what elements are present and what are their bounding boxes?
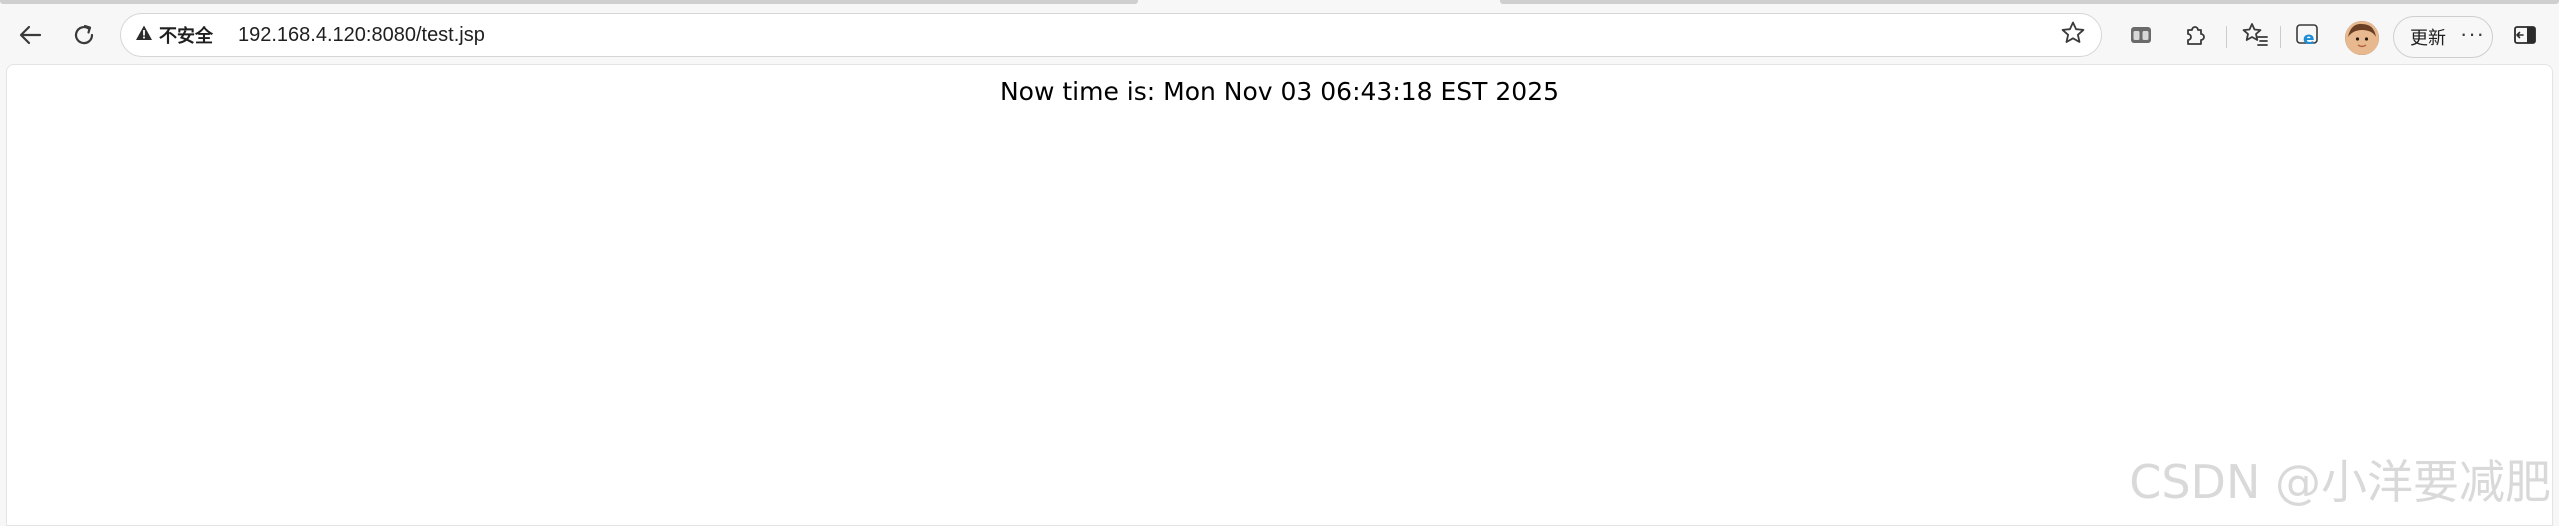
browser-window: 不安全 192.168.4.120:8080/test.jsp e 更新 ···… bbox=[0, 0, 2559, 526]
split-screen-icon bbox=[2128, 22, 2154, 48]
extensions-button[interactable] bbox=[2173, 13, 2217, 57]
puzzle-icon bbox=[2182, 22, 2208, 48]
csdn-watermark: CSDN @小洋要减肥 bbox=[2129, 455, 2551, 509]
profile-avatar[interactable] bbox=[2345, 21, 2379, 55]
favorites-button[interactable] bbox=[2233, 13, 2277, 57]
svg-text:e: e bbox=[2303, 29, 2315, 49]
sidebar-icon bbox=[2512, 22, 2538, 48]
refresh-button[interactable] bbox=[62, 13, 106, 57]
tab-background-right[interactable] bbox=[1500, 0, 2559, 4]
add-favorite-button[interactable] bbox=[2053, 14, 2093, 56]
more-icon: ··· bbox=[2460, 21, 2485, 46]
ie-mode-icon: e bbox=[2294, 21, 2322, 49]
current-time-text: Now time is: Mon Nov 03 06:43:18 EST 202… bbox=[999, 77, 1560, 106]
split-screen-button[interactable] bbox=[2119, 13, 2163, 57]
favorites-icon bbox=[2241, 21, 2269, 49]
update-button[interactable]: 更新 ··· bbox=[2393, 16, 2493, 58]
ie-mode-button[interactable]: e bbox=[2286, 13, 2330, 57]
security-label: 不安全 bbox=[159, 26, 213, 46]
site-security-indicator[interactable]: 不安全 bbox=[135, 14, 213, 56]
back-button[interactable] bbox=[8, 13, 52, 57]
toolbar-divider bbox=[2280, 26, 2281, 48]
update-label: 更新 bbox=[2410, 28, 2446, 48]
sidebar-toggle-button[interactable] bbox=[2503, 13, 2547, 57]
url-text[interactable]: 192.168.4.120:8080/test.jsp bbox=[238, 14, 485, 56]
warning-triangle-icon bbox=[135, 24, 153, 47]
address-bar[interactable]: 不安全 192.168.4.120:8080/test.jsp bbox=[120, 13, 2102, 57]
toolbar-divider bbox=[2226, 26, 2227, 48]
back-arrow-icon bbox=[16, 21, 44, 49]
tab-background-left[interactable] bbox=[0, 0, 1138, 4]
refresh-icon bbox=[70, 21, 98, 49]
star-icon bbox=[2060, 20, 2086, 51]
browser-toolbar: 不安全 192.168.4.120:8080/test.jsp e 更新 ··· bbox=[0, 6, 2559, 64]
